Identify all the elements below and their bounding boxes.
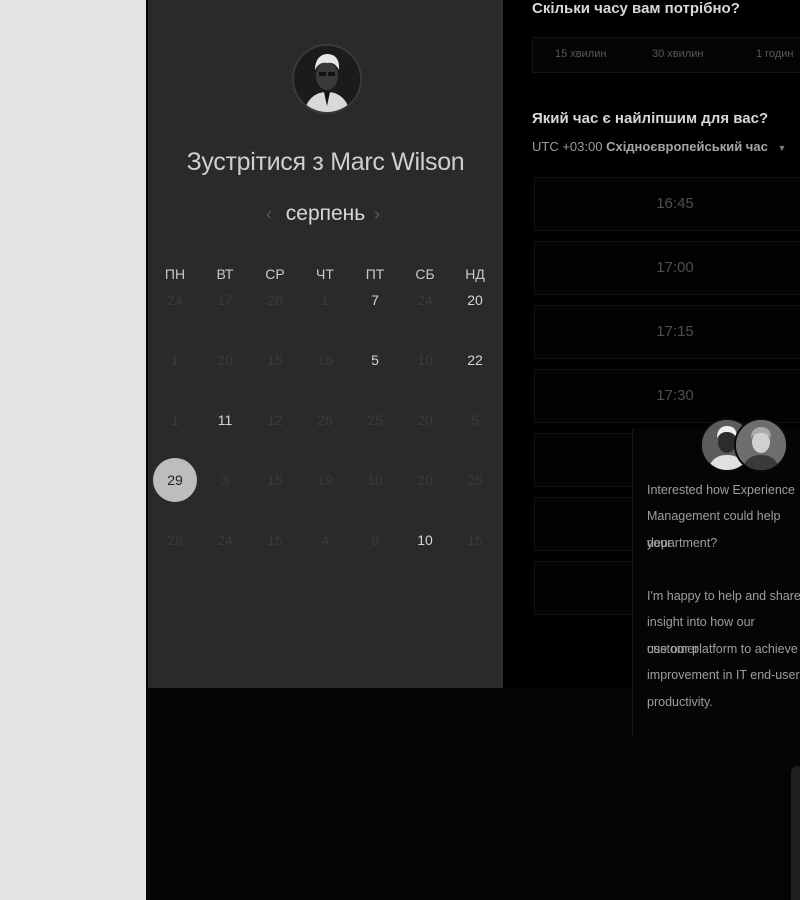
time-slot[interactable]: 17:30 bbox=[534, 369, 800, 423]
chat-message-line: use our platform to achieve bbox=[647, 642, 798, 656]
host-avatar bbox=[292, 44, 362, 114]
calendar-day[interactable]: 1 bbox=[153, 338, 197, 382]
calendar-day[interactable]: 24 bbox=[153, 278, 197, 322]
calendar-day[interactable]: 5 bbox=[453, 398, 497, 442]
calendar-day[interactable]: 15 bbox=[253, 518, 297, 562]
time-slot-label: 17:30 bbox=[656, 387, 694, 404]
calendar-day[interactable]: 28 bbox=[253, 278, 297, 322]
calendar-day[interactable]: 28 bbox=[153, 518, 197, 562]
calendar-day[interactable]: 22 bbox=[453, 338, 497, 382]
calendar-day[interactable]: 25 bbox=[453, 458, 497, 502]
calendar-day[interactable]: 24 bbox=[403, 278, 447, 322]
calendar-day[interactable]: 12 bbox=[253, 398, 297, 442]
timezone-name: Східноєвропейський час bbox=[606, 139, 768, 154]
calendar-day[interactable]: 11 bbox=[203, 398, 247, 442]
calendar-day[interactable]: 17 bbox=[203, 278, 247, 322]
time-slot[interactable]: 16:45 bbox=[534, 177, 800, 231]
duration-option-15[interactable]: 15 хвилин bbox=[555, 48, 606, 60]
chevron-right-icon[interactable]: › bbox=[374, 204, 380, 225]
calendar-day[interactable]: 15 bbox=[253, 458, 297, 502]
calendar-day[interactable]: 5 bbox=[353, 338, 397, 382]
meeting-title: Зустрітися з Marc Wilson bbox=[186, 148, 465, 176]
chat-launcher-edge[interactable] bbox=[791, 766, 800, 900]
calendar-day[interactable]: 1 bbox=[303, 278, 347, 322]
calendar-day[interactable]: 20 bbox=[203, 338, 247, 382]
time-slot[interactable]: 17:00 bbox=[534, 241, 800, 295]
calendar-day[interactable]: 19 bbox=[303, 458, 347, 502]
calendar-day[interactable]: 10 bbox=[403, 518, 447, 562]
page-gutter bbox=[0, 0, 146, 900]
duration-selector: 15 хвилин 30 хвилин 1 годин bbox=[532, 37, 800, 73]
duration-option-30[interactable]: 30 хвилин bbox=[652, 48, 703, 60]
time-slot-label: 16:45 bbox=[656, 195, 694, 212]
duration-option-60[interactable]: 1 годин bbox=[756, 48, 793, 60]
month-navigator: ‹ серпень › bbox=[148, 202, 503, 230]
chat-message-line: department? bbox=[647, 536, 718, 550]
calendar-day-selected[interactable]: 29 bbox=[153, 458, 197, 502]
timezone-offset: UTC +03:00 bbox=[532, 139, 603, 154]
time-slot-label: 17:00 bbox=[656, 259, 694, 276]
calendar-day[interactable]: 10 bbox=[403, 338, 447, 382]
chat-message-line: productivity. bbox=[647, 695, 713, 709]
person-portrait-icon bbox=[294, 46, 360, 112]
calendar-day[interactable]: 25 bbox=[353, 398, 397, 442]
calendar-day[interactable]: 20 bbox=[403, 458, 447, 502]
time-question: Який час є найліпшим для вас? bbox=[532, 110, 769, 127]
chat-message-line: Interested how Experience bbox=[647, 483, 796, 497]
calendar-day[interactable]: 20 bbox=[403, 398, 447, 442]
time-slot[interactable]: 17:15 bbox=[534, 305, 800, 359]
timezone-selector[interactable]: UTC +03:00 Східноєвропейський час ▼ bbox=[532, 139, 786, 154]
calendar-grid: 24 17 28 1 7 24 20 1 20 15 16 5 10 22 1 11 12 26 25 20 5 29 3 1… bbox=[150, 270, 502, 570]
calendar-day[interactable]: 4 bbox=[303, 518, 347, 562]
chat-message-line: improvement in IT end-user bbox=[647, 668, 800, 682]
chat-avatars bbox=[700, 418, 788, 474]
calendar-day[interactable]: 26 bbox=[303, 398, 347, 442]
calendar-day[interactable]: 24 bbox=[203, 518, 247, 562]
duration-question: Скільки часу вам потрібно? bbox=[532, 0, 740, 17]
calendar-day[interactable]: 10 bbox=[353, 458, 397, 502]
calendar-day[interactable]: 1 bbox=[153, 398, 197, 442]
month-label: серпень bbox=[285, 202, 366, 225]
calendar-day[interactable]: 15 bbox=[453, 518, 497, 562]
calendar-day[interactable]: 3 bbox=[203, 458, 247, 502]
caret-down-icon: ▼ bbox=[777, 143, 787, 153]
time-slot-label: 17:15 bbox=[656, 323, 694, 340]
chat-message-line: I'm happy to help and share bbox=[647, 589, 800, 603]
agent-avatar-icon bbox=[734, 418, 788, 472]
calendar-day[interactable]: 7 bbox=[353, 278, 397, 322]
calendar-day[interactable]: 15 bbox=[253, 338, 297, 382]
calendar-day[interactable]: 9 bbox=[353, 518, 397, 562]
calendar-day[interactable]: 16 bbox=[303, 338, 347, 382]
calendar-day[interactable]: 20 bbox=[453, 278, 497, 322]
